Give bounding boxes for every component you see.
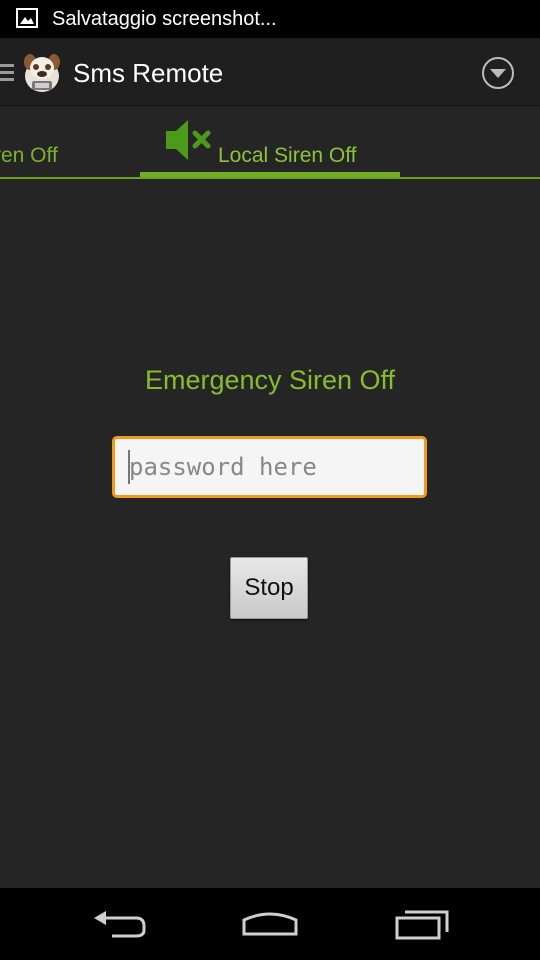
- tab-bar: ren Off Local Siren Off: [0, 106, 540, 180]
- tab-active-label: Local Siren Off: [218, 144, 357, 167]
- tab-divider: [0, 177, 540, 179]
- text-caret: [128, 450, 130, 484]
- recent-apps-icon[interactable]: [393, 906, 451, 942]
- page-heading: Emergency Siren Off: [144, 365, 396, 395]
- home-icon[interactable]: [240, 906, 300, 940]
- image-icon: [16, 8, 38, 28]
- status-bar: Salvataggio screenshot...: [0, 0, 540, 38]
- stop-button[interactable]: Stop: [230, 557, 308, 619]
- chevron-down-circle-icon[interactable]: [481, 56, 515, 90]
- app-title: Sms Remote: [73, 58, 224, 88]
- tab-local-siren-off[interactable]: Local Siren Off: [140, 106, 400, 180]
- drawer-icon[interactable]: [0, 62, 16, 84]
- notification-text: Salvataggio screenshot...: [52, 8, 277, 30]
- password-input[interactable]: [112, 436, 427, 498]
- speaker-muted-icon: [164, 116, 214, 164]
- bulldog-logo-icon[interactable]: [20, 50, 64, 94]
- main-content: Emergency Siren Off Stop: [0, 180, 540, 888]
- navigation-bar: [0, 888, 540, 960]
- action-bar: Sms Remote: [0, 38, 540, 106]
- tab-siren-off[interactable]: ren Off: [0, 144, 58, 168]
- back-icon[interactable]: [90, 908, 148, 942]
